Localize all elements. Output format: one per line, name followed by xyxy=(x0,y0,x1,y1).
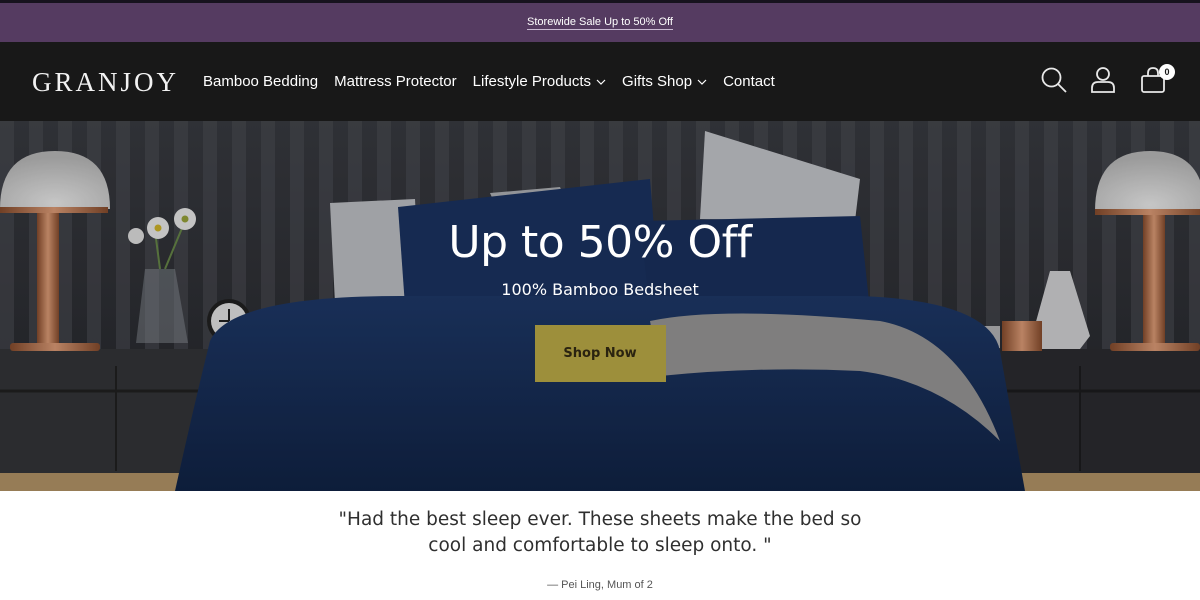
announcement-link[interactable]: Storewide Sale Up to 50% Off xyxy=(527,16,673,30)
search-icon xyxy=(1041,67,1067,93)
account-button[interactable] xyxy=(1090,66,1116,94)
chevron-down-icon xyxy=(596,79,606,85)
shop-now-button[interactable]: Shop Now xyxy=(534,325,666,382)
nav-item-lifestyle-products[interactable]: Lifestyle Products xyxy=(473,73,606,90)
nav-item-label: Lifestyle Products xyxy=(472,73,592,90)
main-nav: Bamboo Bedding Mattress Protector Lifest… xyxy=(203,73,775,90)
nav-item-label: Gifts Shop xyxy=(622,73,693,90)
testimonial-quote: "Had the best sleep ever. These sheets m… xyxy=(338,509,862,556)
site-header: GRANJOY Bamboo Bedding Mattress Protecto… xyxy=(0,42,1200,121)
hero-banner: Up to 50% Off 100% Bamboo Bedsheet Shop … xyxy=(0,121,1200,491)
hero-title: Up to 50% Off xyxy=(448,217,752,268)
brand-logo[interactable]: GRANJOY xyxy=(32,67,179,98)
nav-item-label: Contact xyxy=(723,73,775,90)
testimonial-section: "Had the best sleep ever. These sheets m… xyxy=(0,491,1200,591)
hero-subtitle: 100% Bamboo Bedsheet xyxy=(501,280,699,299)
nav-item-gifts-shop[interactable]: Gifts Shop xyxy=(622,73,707,90)
nav-item-contact[interactable]: Contact xyxy=(723,73,775,90)
search-button[interactable] xyxy=(1040,66,1067,94)
header-icons: 0 xyxy=(1040,64,1175,94)
cart-count-badge: 0 xyxy=(1159,64,1175,80)
chevron-down-icon xyxy=(697,79,707,85)
nav-item-label: Mattress Protector xyxy=(334,73,457,90)
testimonial-author: — Pei Ling, Mum of 2 xyxy=(547,579,653,591)
nav-item-mattress-protector[interactable]: Mattress Protector xyxy=(334,73,457,90)
nav-item-bamboo-bedding[interactable]: Bamboo Bedding xyxy=(203,73,318,90)
announcement-bar: Storewide Sale Up to 50% Off xyxy=(0,0,1200,42)
user-icon xyxy=(1091,67,1115,93)
nav-item-label: Bamboo Bedding xyxy=(203,73,319,90)
hero-content: Up to 50% Off 100% Bamboo Bedsheet Shop … xyxy=(0,217,1200,382)
cart-button[interactable]: 0 xyxy=(1140,64,1175,94)
